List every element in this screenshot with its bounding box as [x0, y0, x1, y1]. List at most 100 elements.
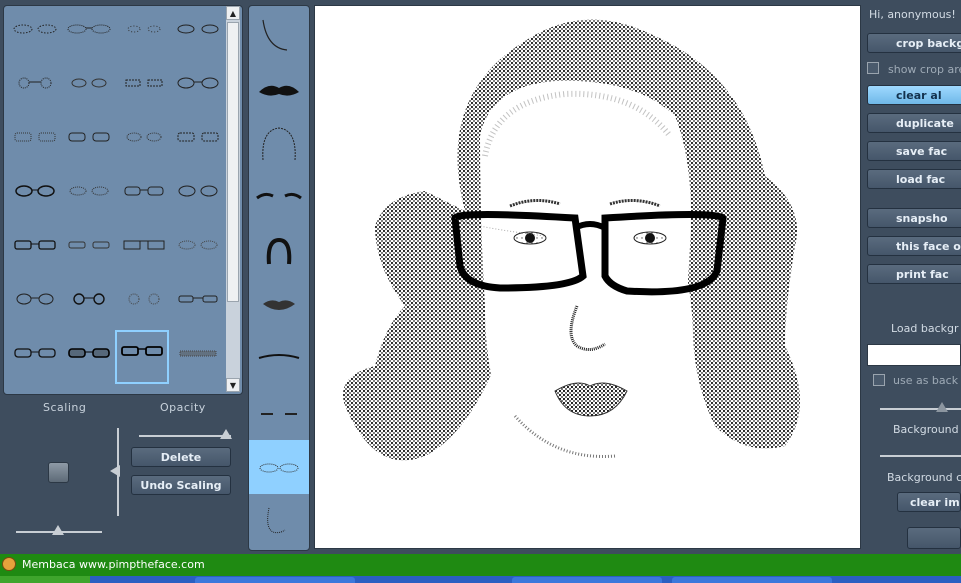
glasses-option[interactable] [117, 224, 171, 278]
glasses-option[interactable] [8, 224, 62, 278]
opacity-slider-handle-icon[interactable] [220, 429, 232, 439]
scaling-slider-handle-icon[interactable] [52, 525, 64, 535]
taskbar-strip [0, 576, 961, 583]
scrollbar-thumb[interactable] [227, 22, 239, 302]
show-crop-area-checkbox[interactable] [867, 62, 879, 74]
glasses-option[interactable] [117, 170, 171, 224]
category-eyelashes[interactable] [249, 386, 309, 440]
glasses-thumbnail-icon [13, 24, 57, 34]
vertical-slider-arrow-icon[interactable] [110, 465, 120, 477]
glasses-thumbnail-icon [68, 348, 110, 358]
glasses-thumbnail-icon [126, 132, 162, 142]
category-glasses-selected[interactable] [249, 440, 309, 494]
category-strip [248, 5, 310, 551]
glasses-category-icon [259, 463, 299, 473]
app-logo-icon [2, 557, 16, 571]
glasses-option[interactable] [117, 8, 171, 62]
chin-icon [262, 19, 288, 51]
eyes-line-icon [258, 354, 300, 359]
scroll-up-icon[interactable]: ▲ [226, 6, 240, 20]
save-face-button[interactable]: save fac [867, 141, 961, 161]
category-chin[interactable] [249, 8, 309, 62]
clear-all-button[interactable]: clear al [867, 85, 961, 105]
glasses-option[interactable] [62, 8, 116, 62]
delete-button[interactable]: Delete [131, 447, 231, 467]
glasses-option[interactable] [62, 62, 116, 116]
category-eyes-line[interactable] [249, 332, 309, 386]
load-background-label: Load backgr [891, 322, 959, 335]
glasses-option[interactable] [171, 116, 225, 170]
glasses-option[interactable] [62, 332, 116, 386]
background-label: Background [893, 423, 959, 436]
glasses-option[interactable] [62, 224, 116, 278]
taskbar-title: Membaca www.pimptheface.com [22, 558, 205, 571]
clear-image-button[interactable]: clear ima [897, 492, 961, 512]
glasses-option[interactable] [117, 62, 171, 116]
background-slider-track[interactable] [880, 408, 961, 410]
glasses-option[interactable] [117, 116, 171, 170]
category-head-shape[interactable] [249, 116, 309, 170]
category-nose[interactable] [249, 494, 309, 548]
scroll-down-icon[interactable]: ▼ [226, 378, 240, 392]
category-moustache[interactable] [249, 62, 309, 116]
glasses-thumbnail-icon [127, 25, 161, 33]
glasses-thumbnail-icon [18, 77, 52, 89]
use-as-background-checkbox[interactable] [873, 374, 885, 386]
glasses-option[interactable] [8, 8, 62, 62]
glasses-thumbnail-icon [73, 293, 105, 305]
glasses-thumbnail-icon [14, 240, 56, 250]
show-crop-area-label: show crop are [888, 63, 961, 76]
lips-icon [263, 300, 295, 310]
glasses-option[interactable] [62, 278, 116, 332]
crop-background-button[interactable]: crop backgr [867, 33, 961, 53]
glasses-thumbnail-icon [123, 240, 165, 250]
greeting-text: Hi, anonymous! [869, 8, 956, 21]
glasses-option[interactable] [171, 62, 225, 116]
glasses-thumbnail-icon [68, 241, 110, 249]
glasses-thumbnail-icon [69, 186, 109, 196]
extra-action-button[interactable] [907, 527, 961, 549]
glasses-option[interactable] [171, 8, 225, 62]
head-shape-icon [262, 127, 296, 161]
glasses-option[interactable] [8, 116, 62, 170]
category-lips[interactable] [249, 278, 309, 332]
glasses-option[interactable] [171, 170, 225, 224]
glasses-option-selected[interactable] [115, 330, 169, 384]
undo-scaling-button[interactable]: Undo Scaling [131, 475, 231, 495]
opacity-label: Opacity [160, 401, 206, 414]
glasses-option[interactable] [117, 278, 171, 332]
snapshot-button[interactable]: snapsho [867, 208, 961, 228]
duplicate-button[interactable]: duplicate [867, 113, 961, 133]
background-color-label: Background c [887, 471, 961, 484]
background-color-divider [880, 455, 961, 457]
load-face-button[interactable]: load fac [867, 169, 961, 189]
glasses-option[interactable] [8, 278, 62, 332]
category-ears[interactable] [249, 224, 309, 278]
glasses-option[interactable] [8, 170, 62, 224]
print-face-button[interactable]: print fac [867, 264, 961, 284]
glasses-option[interactable] [171, 278, 225, 332]
scaling-knob[interactable] [48, 462, 69, 483]
glasses-option[interactable] [8, 332, 62, 386]
glasses-option[interactable] [171, 224, 225, 278]
moustache-icon [259, 85, 299, 96]
category-eyebrows[interactable] [249, 170, 309, 224]
glasses-grid-panel [3, 5, 243, 395]
glasses-thumbnail-icon [128, 293, 160, 305]
glasses-option[interactable] [171, 332, 225, 386]
glasses-scrollbar[interactable]: ▲ ▼ [226, 6, 240, 392]
glasses-option[interactable] [8, 62, 62, 116]
background-slider-handle-icon[interactable] [936, 402, 948, 412]
face-canvas[interactable] [314, 5, 861, 549]
use-as-background-label: use as back [893, 374, 959, 387]
glasses-option[interactable] [62, 116, 116, 170]
eyelashes-icon [261, 413, 297, 415]
eyebrows-icon [256, 192, 302, 200]
glasses-thumbnail-icon [177, 24, 219, 34]
this-face-on-button[interactable]: this face on [867, 236, 961, 256]
glasses-thumbnail-icon [16, 293, 54, 305]
glasses-thumbnail-icon [179, 350, 217, 357]
glasses-option[interactable] [62, 170, 116, 224]
load-background-input[interactable] [867, 344, 961, 366]
opacity-slider-track[interactable] [139, 435, 231, 437]
